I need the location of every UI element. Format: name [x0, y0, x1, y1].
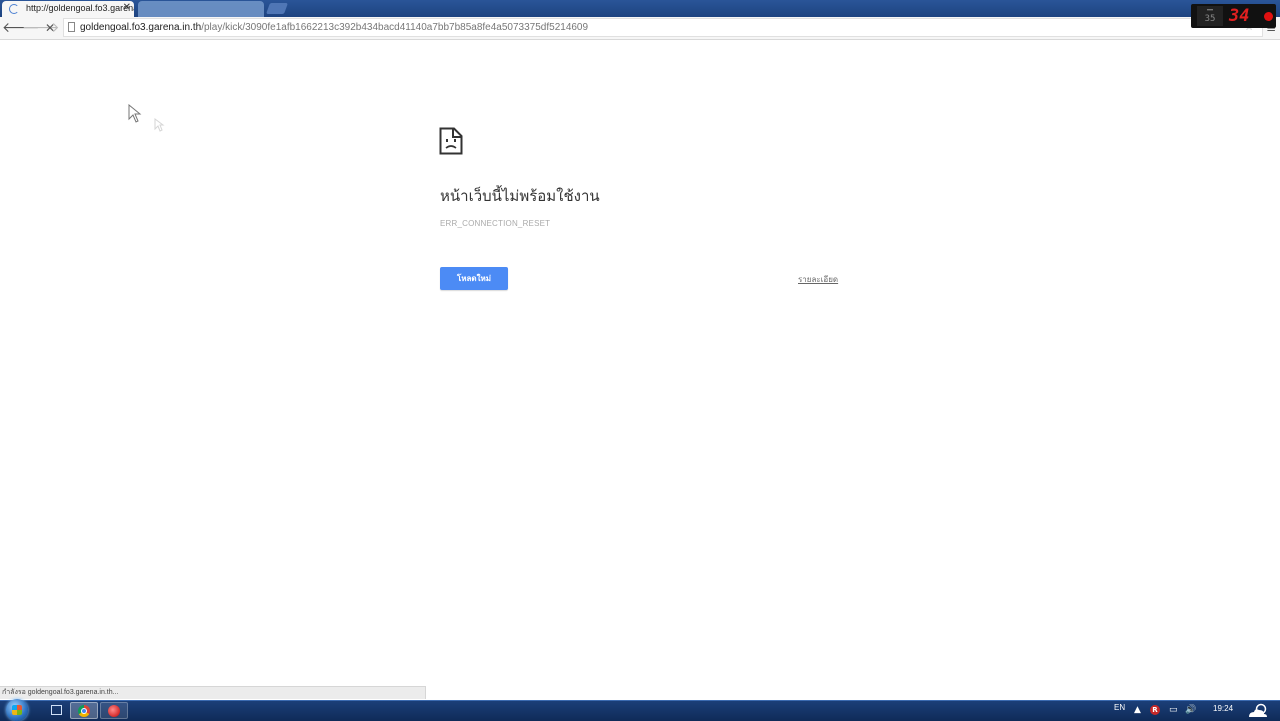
sad-page-icon	[439, 127, 463, 155]
page-icon	[68, 22, 75, 32]
close-tab-icon[interactable]: ✕	[123, 1, 131, 15]
error-code: ERR_CONNECTION_RESET	[440, 219, 551, 228]
tab-strip: http://goldengoal.fo3.garena ✕	[0, 0, 1280, 17]
tab-title: http://goldengoal.fo3.garena	[26, 3, 134, 13]
volume-icon[interactable]: 🔊	[1185, 704, 1196, 716]
browser-toolbar: 🡐 🡒 ✕ goldengoal.fo3.garena.in.th/play/k…	[0, 17, 1280, 40]
show-hidden-icons-icon[interactable]: ▲	[1134, 704, 1141, 716]
mouse-cursor-ghost-icon	[154, 118, 165, 132]
overlay-big-counter: 34	[1229, 6, 1250, 26]
windows-logo-icon	[12, 705, 22, 715]
status-text: กำลังรอ goldengoal.fo3.garena.in.th...	[2, 689, 119, 696]
tab-active[interactable]: http://goldengoal.fo3.garena ✕	[2, 1, 134, 17]
taskbar: EN ▲ R ▭ 🔊 19:24	[0, 699, 1280, 721]
chrome-icon	[78, 705, 90, 717]
start-button[interactable]	[6, 699, 28, 721]
error-title: หน้าเว็บนี้ไม่พร้อมใช้งาน	[440, 187, 600, 205]
new-tab-button[interactable]	[265, 3, 289, 14]
record-indicator-icon	[1264, 12, 1273, 21]
desktop-icon	[51, 705, 62, 715]
loading-spinner-icon	[9, 4, 19, 14]
forward-arrow-icon[interactable]: 🡒	[22, 19, 60, 37]
url-path: /play/kick/3090fe1afb1662213c392b434bacd…	[201, 22, 589, 33]
clock[interactable]: 19:24	[1213, 704, 1233, 713]
fps-overlay: ▬▬ 35 34	[1191, 4, 1276, 28]
taskbar-chrome[interactable]	[70, 702, 98, 719]
stop-loading-icon[interactable]: ✕	[42, 19, 58, 37]
overlay-small-counter: ▬▬ 35	[1197, 6, 1223, 26]
app-tray-icon[interactable]: R	[1150, 705, 1160, 715]
url-host: goldengoal.fo3.garena.in.th	[80, 22, 202, 33]
details-link[interactable]: รายละเอียด	[798, 273, 838, 286]
back-arrow-icon[interactable]: 🡐	[2, 19, 40, 37]
mouse-cursor-icon	[128, 104, 142, 123]
network-icon[interactable]: ▭	[1169, 704, 1178, 716]
weather-icon[interactable]	[1246, 702, 1270, 719]
record-icon	[108, 705, 120, 717]
reload-button[interactable]: โหลดใหม่	[440, 267, 508, 290]
taskbar-show-desktop[interactable]	[44, 702, 72, 719]
tab-inactive[interactable]	[138, 1, 264, 17]
address-bar[interactable]: goldengoal.fo3.garena.in.th/play/kick/30…	[63, 18, 1263, 37]
url-text[interactable]: goldengoal.fo3.garena.in.th/play/kick/30…	[80, 21, 588, 35]
language-indicator[interactable]: EN	[1114, 703, 1125, 712]
taskbar-recorder[interactable]	[100, 702, 128, 719]
status-bubble: กำลังรอ goldengoal.fo3.garena.in.th...	[0, 686, 426, 699]
